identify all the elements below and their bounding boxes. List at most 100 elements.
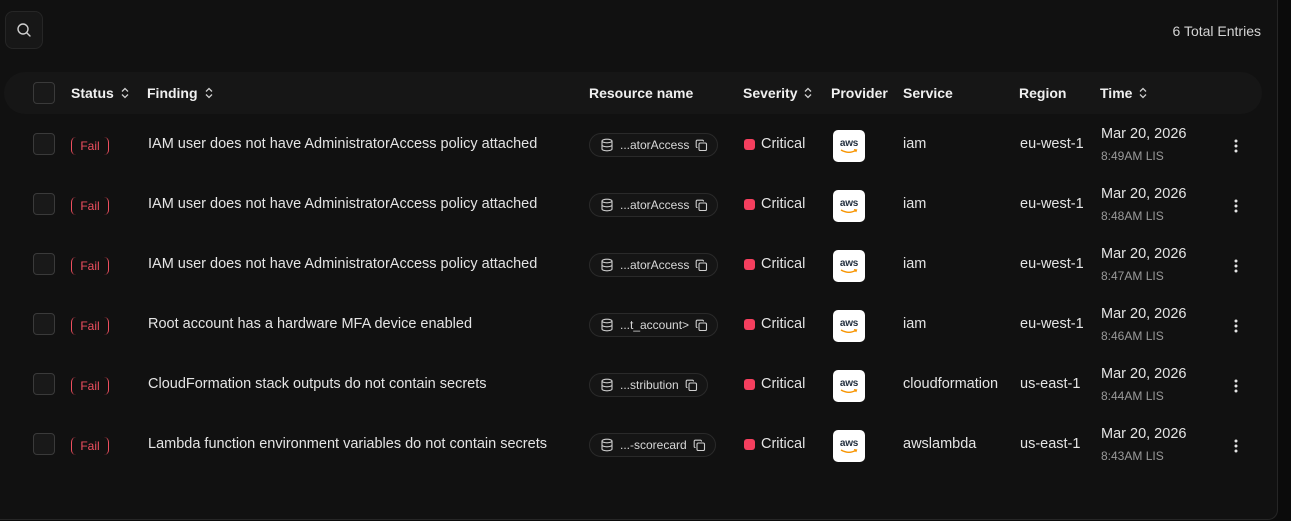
column-header-service: Service	[903, 85, 953, 101]
finding-text[interactable]: IAM user does not have AdministratorAcce…	[148, 136, 537, 152]
row-checkbox[interactable]	[33, 253, 55, 275]
status-badge: Fail	[71, 197, 109, 215]
more-vertical-icon	[1234, 199, 1238, 213]
row-actions-button[interactable]	[1226, 315, 1246, 337]
service-name: iam	[903, 136, 927, 152]
row-actions-button[interactable]	[1226, 435, 1246, 457]
column-header-provider: Provider	[831, 85, 888, 101]
status-badge: Fail	[71, 317, 109, 335]
sort-icon	[805, 87, 812, 99]
table-row[interactable]: Fail CloudFormation stack outputs do not…	[0, 357, 1278, 417]
copy-button[interactable]	[695, 199, 708, 212]
aws-logo-text: aws	[839, 137, 859, 149]
aws-smile-icon	[840, 448, 858, 453]
finding-date: Mar 20, 2026	[1101, 246, 1187, 262]
copy-icon	[695, 319, 708, 331]
column-header-time[interactable]: Time	[1100, 85, 1148, 101]
status-label: Fail	[80, 439, 100, 453]
copy-button[interactable]	[695, 319, 708, 332]
column-header-finding[interactable]: Finding	[147, 85, 214, 101]
finding-text[interactable]: IAM user does not have AdministratorAcce…	[148, 256, 537, 272]
column-header-label: Finding	[147, 85, 198, 101]
status-badge: Fail	[71, 257, 109, 275]
aws-provider-logo: aws	[833, 130, 865, 162]
aws-smile-icon	[840, 208, 858, 213]
total-entries: 6 Total Entries	[1172, 23, 1261, 39]
severity-label: Critical	[761, 376, 806, 392]
aws-logo-text: aws	[839, 437, 859, 449]
severity-indicator: Critical	[744, 136, 805, 152]
aws-provider-logo: aws	[833, 310, 865, 342]
table-row[interactable]: Fail Root account has a hardware MFA dev…	[0, 297, 1278, 357]
severity-indicator: Critical	[744, 376, 805, 392]
finding-text[interactable]: CloudFormation stack outputs do not cont…	[148, 376, 487, 392]
aws-smile-icon	[840, 388, 858, 393]
finding-time: 8:43AM LIS	[1101, 449, 1164, 463]
finding-date: Mar 20, 2026	[1101, 186, 1187, 202]
finding-text[interactable]: Lambda function environment variables do…	[148, 436, 547, 452]
status-label: Fail	[80, 319, 100, 333]
region-name: us-east-1	[1020, 436, 1081, 452]
copy-button[interactable]	[695, 259, 708, 272]
database-icon	[601, 378, 613, 392]
resource-name: ...atorAccess	[620, 258, 690, 272]
resource-name: ...atorAccess	[620, 198, 690, 212]
row-checkbox[interactable]	[33, 133, 55, 155]
finding-text[interactable]: Root account has a hardware MFA device e…	[148, 316, 472, 332]
aws-logo-text: aws	[839, 317, 859, 329]
table-row[interactable]: Fail IAM user does not have Administrato…	[0, 117, 1278, 177]
severity-label: Critical	[761, 196, 806, 212]
column-header-severity[interactable]: Severity	[743, 85, 813, 101]
findings-panel: 6 Total Entries Status Finding Resource …	[0, 0, 1278, 520]
copy-icon	[685, 379, 697, 391]
severity-label: Critical	[761, 436, 806, 452]
column-header-label: Service	[903, 85, 953, 101]
aws-provider-logo: aws	[833, 430, 865, 462]
region-name: us-east-1	[1020, 376, 1081, 392]
sort-icon	[121, 87, 129, 99]
severity-dot	[744, 438, 755, 450]
sort-icon	[1139, 87, 1147, 99]
row-checkbox[interactable]	[33, 373, 55, 395]
row-actions-button[interactable]	[1226, 375, 1246, 397]
column-header-resource-name: Resource name	[589, 85, 693, 101]
finding-text[interactable]: IAM user does not have AdministratorAcce…	[148, 196, 537, 212]
row-actions-button[interactable]	[1226, 255, 1246, 277]
copy-icon	[693, 439, 705, 451]
select-all-checkbox[interactable]	[33, 82, 55, 104]
table-row[interactable]: Fail Lambda function environment variabl…	[0, 417, 1278, 477]
severity-dot	[744, 318, 755, 330]
table-row[interactable]: Fail IAM user does not have Administrato…	[0, 237, 1278, 297]
resource-name: ...stribution	[620, 378, 679, 392]
finding-time: 8:46AM LIS	[1101, 329, 1164, 343]
finding-date: Mar 20, 2026	[1101, 306, 1187, 322]
aws-smile-icon	[840, 328, 858, 333]
severity-indicator: Critical	[744, 436, 805, 452]
resource-chip: ...-scorecard	[589, 433, 716, 457]
row-checkbox[interactable]	[33, 313, 55, 335]
resource-chip: ...atorAccess	[589, 193, 719, 217]
resource-chip: ...t_account>	[589, 313, 719, 337]
column-header-status[interactable]: Status	[71, 85, 130, 101]
search-button[interactable]	[5, 11, 43, 49]
sort-icon	[205, 87, 213, 99]
column-header-label: Severity	[743, 85, 798, 101]
column-header-region: Region	[1019, 85, 1066, 101]
finding-time: 8:47AM LIS	[1101, 269, 1164, 283]
copy-button[interactable]	[685, 379, 698, 392]
region-name: eu-west-1	[1020, 316, 1084, 332]
copy-button[interactable]	[695, 139, 708, 152]
column-header-label: Time	[1100, 85, 1133, 101]
service-name: iam	[903, 316, 927, 332]
row-actions-button[interactable]	[1226, 135, 1246, 157]
table-row[interactable]: Fail IAM user does not have Administrato…	[0, 177, 1278, 237]
database-icon	[601, 138, 613, 152]
row-actions-button[interactable]	[1226, 195, 1246, 217]
copy-button[interactable]	[693, 439, 706, 452]
finding-time: 8:48AM LIS	[1101, 209, 1164, 223]
aws-logo-text: aws	[839, 377, 859, 389]
copy-icon	[696, 199, 708, 211]
row-checkbox[interactable]	[33, 433, 55, 455]
row-checkbox[interactable]	[33, 193, 55, 215]
status-label: Fail	[80, 199, 100, 213]
